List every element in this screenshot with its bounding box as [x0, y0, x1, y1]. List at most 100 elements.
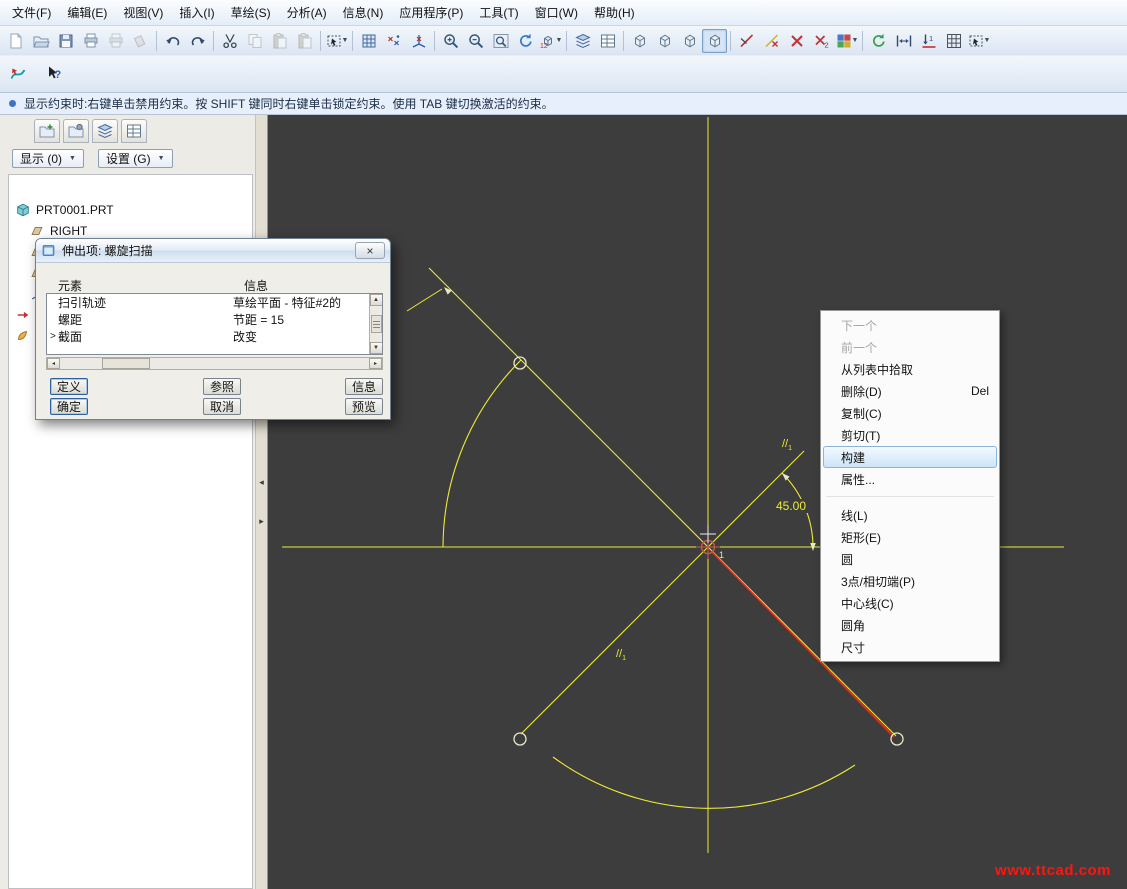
sketch-line-down-left[interactable] — [521, 547, 708, 734]
regenerate-button[interactable] — [866, 29, 891, 53]
dropdown-arrow-icon[interactable]: ▼ — [852, 37, 859, 44]
ctx-rectangle[interactable]: 矩形(E) — [823, 526, 997, 548]
dialog-define-button[interactable]: 定义 — [50, 378, 88, 395]
menu-info[interactable]: 信息(N) — [335, 0, 392, 25]
tree-filters-button[interactable] — [34, 119, 60, 143]
sketch-label-3[interactable]: //1 — [616, 648, 626, 662]
menu-edit[interactable]: 编辑(E) — [59, 0, 115, 25]
menu-window[interactable]: 窗口(W) — [527, 0, 586, 25]
ctx-construction[interactable]: 构建 — [823, 446, 997, 468]
menu-insert[interactable]: 插入(I) — [171, 0, 222, 25]
datum-planes-display-button[interactable] — [356, 29, 381, 53]
sketch-arc-bottom[interactable] — [553, 757, 855, 808]
show-dropdown[interactable]: 显示 (0)▼ — [12, 149, 84, 168]
cut-button[interactable] — [217, 29, 242, 53]
expand-right-icon[interactable]: ▸ — [259, 517, 264, 526]
csys-display-button[interactable] — [406, 29, 431, 53]
window-shaded-button[interactable] — [702, 29, 727, 53]
menu-help[interactable]: 帮助(H) — [586, 0, 643, 25]
saved-views-button[interactable]: 12▼ — [538, 29, 563, 53]
ctx-three-point-tangent[interactable]: 3点/相切端(P) — [823, 570, 997, 592]
context-help-button[interactable]: ? — [39, 60, 69, 88]
paste-button[interactable] — [267, 29, 292, 53]
divide-entity-button[interactable] — [759, 29, 784, 53]
dialog-close-icon[interactable]: × — [355, 242, 385, 259]
dropdown-arrow-icon[interactable]: ▼ — [984, 37, 991, 44]
new-button[interactable] — [3, 29, 28, 53]
sketch-label-0[interactable]: 45.00 — [776, 499, 806, 513]
zoom-out-button[interactable] — [463, 29, 488, 53]
dropdown-arrow-icon[interactable]: ▼ — [556, 37, 563, 44]
window-no-hidden-button[interactable] — [677, 29, 702, 53]
dynamic-trim-button[interactable] — [734, 29, 759, 53]
ctx-copy[interactable]: 复制(C) — [823, 402, 997, 424]
sketch-label-2[interactable]: //1 — [782, 438, 792, 452]
view-manager-button[interactable] — [595, 29, 620, 53]
horizontal-scrollbar[interactable]: ◂ ▸ — [46, 357, 383, 370]
dialog-element-list[interactable]: ▲ ▼ 扫引轨迹草绘平面 - 特征#2的螺距节距 = 15>截面改变 — [46, 293, 383, 355]
scroll-right-icon[interactable]: ▸ — [369, 358, 382, 369]
zoom-in-button[interactable] — [438, 29, 463, 53]
repaint-button[interactable] — [513, 29, 538, 53]
dialog-refs-button[interactable]: 参照 — [203, 378, 241, 395]
menu-file[interactable]: 文件(F) — [4, 0, 59, 25]
menu-applications[interactable]: 应用程序(P) — [391, 0, 471, 25]
ctx-pick-from-list[interactable]: 从列表中拾取 — [823, 358, 997, 380]
sketch-arc-left[interactable] — [443, 360, 521, 547]
tree-expand-button[interactable] — [92, 119, 118, 143]
panel-splitter[interactable]: ◂ ▸ — [255, 115, 268, 889]
tree-item-part[interactable]: PRT0001.PRT — [9, 199, 252, 220]
dialog-info-button[interactable]: 信息 — [345, 378, 383, 395]
grid-display-button[interactable] — [941, 29, 966, 53]
ctx-circle[interactable]: 圆 — [823, 548, 997, 570]
menu-analysis[interactable]: 分析(A) — [279, 0, 335, 25]
dialog-row-0[interactable]: 扫引轨迹草绘平面 - 特征#2的 — [47, 294, 368, 311]
dialog-row-1[interactable]: 螺距节距 = 15 — [47, 311, 368, 328]
ctx-fillet[interactable]: 圆角 — [823, 614, 997, 636]
window-hidden-line-button[interactable] — [652, 29, 677, 53]
print-preview-button[interactable] — [103, 29, 128, 53]
tree-settings-button[interactable] — [121, 119, 147, 143]
ctx-centerline[interactable]: 中心线(C) — [823, 592, 997, 614]
refit-button[interactable] — [488, 29, 513, 53]
settings-dropdown[interactable]: 设置 (G)▼ — [98, 149, 173, 168]
print-button[interactable] — [78, 29, 103, 53]
paste-special-button[interactable] — [292, 29, 317, 53]
ctx-properties[interactable]: 属性... — [823, 468, 997, 490]
dialog-preview-button[interactable]: 预览 — [345, 398, 383, 415]
menu-tools[interactable]: 工具(T) — [471, 0, 526, 25]
dialog-titlebar[interactable]: 伸出项: 螺旋扫描 × — [36, 239, 390, 263]
vertical-scrollbar[interactable]: ▲ ▼ — [369, 294, 382, 354]
sketch-line-up-left[interactable] — [429, 268, 708, 547]
save-button[interactable] — [53, 29, 78, 53]
menu-view[interactable]: 视图(V) — [115, 0, 171, 25]
delete-segment-button[interactable] — [784, 29, 809, 53]
select-filter-button[interactable]: ▼ — [324, 29, 349, 53]
menu-sketch[interactable]: 草绘(S) — [223, 0, 279, 25]
dropdown-arrow-icon[interactable]: ▼ — [342, 37, 349, 44]
copy-button[interactable] — [242, 29, 267, 53]
datum-points-display-button[interactable] — [381, 29, 406, 53]
ctx-line[interactable]: 线(L) — [823, 504, 997, 526]
dialog-cancel-button[interactable]: 取消 — [203, 398, 241, 415]
more-tools-button[interactable]: ▼ — [966, 29, 991, 53]
collapse-left-icon[interactable]: ◂ — [259, 478, 264, 487]
open-button[interactable] — [28, 29, 53, 53]
dialog-ok-button[interactable]: 确定 — [50, 398, 88, 415]
window-wireframe-button[interactable] — [627, 29, 652, 53]
sketch-endpoint-circle-2[interactable] — [891, 733, 903, 745]
layers-button[interactable] — [570, 29, 595, 53]
redo-button[interactable] — [185, 29, 210, 53]
fit-width-button[interactable] — [891, 29, 916, 53]
scroll-left-icon[interactable]: ◂ — [47, 358, 60, 369]
ctx-delete[interactable]: 删除(D)Del — [823, 380, 997, 402]
erase-display-button[interactable] — [128, 29, 153, 53]
dialog-row-2[interactable]: >截面改变 — [47, 328, 368, 345]
sketcher-setup-button[interactable] — [3, 60, 33, 88]
scroll-down-icon[interactable]: ▼ — [370, 342, 383, 354]
sketch-endpoint-circle-1[interactable] — [514, 733, 526, 745]
scrollbar-track[interactable] — [60, 358, 369, 369]
sketcher-palette-button[interactable]: ▼ — [834, 29, 859, 53]
toggle-lock-button[interactable]: 2 — [809, 29, 834, 53]
scrollbar-thumb[interactable] — [371, 315, 382, 333]
